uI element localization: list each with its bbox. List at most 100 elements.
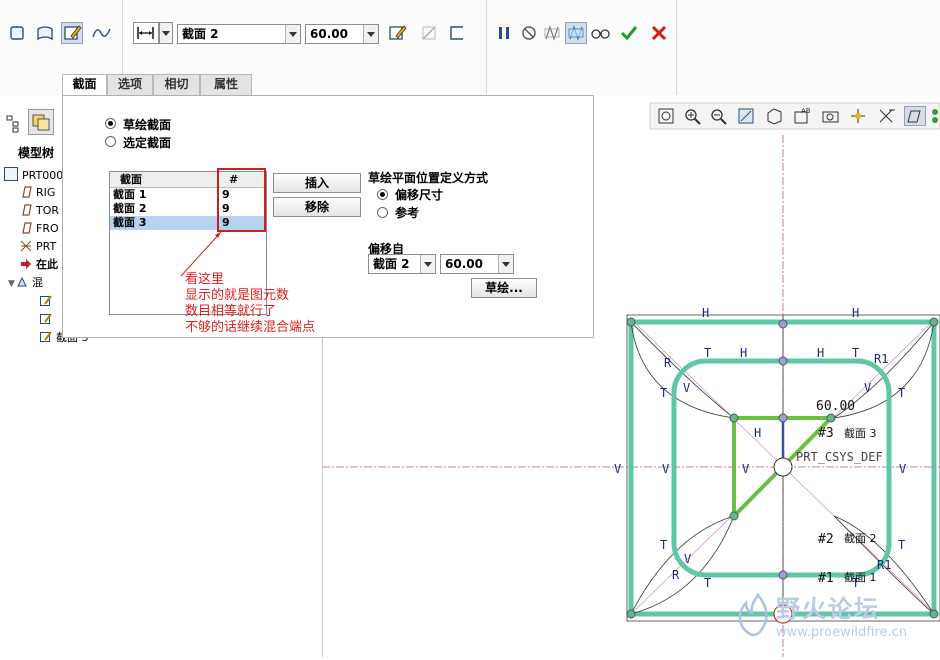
zoom-out-icon[interactable] bbox=[708, 106, 730, 126]
sketch-icon bbox=[40, 331, 52, 343]
remove-button[interactable]: 移除 bbox=[273, 197, 361, 217]
csys-label: PRT_CSYS_DEF bbox=[796, 450, 883, 464]
blend-feature-icon bbox=[16, 276, 28, 288]
selected-section-label: 选定截面 bbox=[123, 136, 172, 150]
section-select[interactable]: 截面 2 bbox=[177, 24, 301, 44]
constraint-h: H bbox=[740, 346, 747, 360]
datum-axes-icon[interactable] bbox=[876, 106, 898, 126]
section-select-value: 截面 2 bbox=[182, 27, 219, 41]
row-section-name: 截面 3 bbox=[113, 216, 147, 229]
svg-text:AB: AB bbox=[801, 107, 811, 115]
offset-value-combo[interactable]: 60.00 bbox=[440, 254, 514, 274]
orient-icon[interactable] bbox=[764, 106, 786, 126]
csys-icon bbox=[20, 240, 32, 252]
tree-item-blend[interactable]: ▼ 混 bbox=[8, 275, 43, 291]
constraint-h: H bbox=[754, 426, 761, 440]
sketch-button-label: 草绘... bbox=[485, 281, 523, 295]
no-preview-icon[interactable] bbox=[518, 22, 540, 44]
verify-mode-icon[interactable] bbox=[565, 22, 587, 44]
offset-dimension-radio[interactable] bbox=[377, 189, 388, 200]
surface-icon[interactable] bbox=[34, 22, 56, 44]
tab-label: 相切 bbox=[164, 77, 189, 91]
tree-item-label: RIG bbox=[36, 186, 56, 199]
constraint-r1: R1 bbox=[877, 558, 891, 572]
sketch-button[interactable]: 草绘... bbox=[471, 278, 537, 298]
dimension-value: 60.00 bbox=[816, 399, 855, 414]
tree-icon[interactable] bbox=[4, 112, 22, 134]
thicken-icon[interactable] bbox=[418, 22, 440, 44]
chevron-down-icon[interactable] bbox=[498, 255, 513, 273]
tree-item-right-plane[interactable]: RIG bbox=[20, 185, 55, 201]
tree-item-csys[interactable]: PRT bbox=[20, 239, 56, 255]
sketch-edit-icon[interactable] bbox=[386, 22, 408, 44]
tab-sections[interactable]: 截面 bbox=[62, 74, 107, 96]
solid-icon[interactable] bbox=[6, 22, 28, 44]
depth-type-dropdown[interactable] bbox=[159, 22, 173, 44]
start-marker-3: #3 bbox=[818, 426, 834, 441]
tree-item-top-plane[interactable]: TOR bbox=[20, 203, 59, 219]
highlight-box bbox=[217, 168, 266, 232]
constraint-r: R bbox=[672, 568, 680, 582]
sketched-section-radio[interactable] bbox=[105, 118, 116, 129]
tab-label: 属性 bbox=[213, 77, 238, 91]
pause-icon[interactable] bbox=[493, 22, 515, 44]
datum-planes-icon[interactable] bbox=[904, 106, 926, 126]
reference-radio[interactable] bbox=[377, 207, 388, 218]
tree-item-section-2[interactable] bbox=[40, 312, 56, 328]
saved-views-icon[interactable]: AB bbox=[792, 106, 814, 126]
offset-value: 60.00 bbox=[445, 257, 483, 271]
section1-label: 截面 1 bbox=[844, 570, 877, 584]
reference-label: 参考 bbox=[395, 206, 420, 220]
layers-icon[interactable] bbox=[28, 109, 54, 135]
depth-value-combo[interactable]: 60.00 bbox=[305, 24, 379, 44]
offset-section-select[interactable]: 截面 2 bbox=[368, 254, 436, 274]
constraint-t: T bbox=[898, 386, 905, 400]
checkmark-icon[interactable] bbox=[618, 22, 640, 44]
curve-icon[interactable] bbox=[90, 22, 112, 44]
refit-icon[interactable] bbox=[656, 106, 678, 126]
spin-center-icon[interactable] bbox=[848, 106, 870, 126]
tree-item-front-plane[interactable]: FRO bbox=[20, 221, 59, 237]
tab-properties[interactable]: 属性 bbox=[200, 74, 252, 95]
constraint-t: T bbox=[704, 576, 711, 590]
preview-geometry-icon[interactable] bbox=[541, 22, 563, 44]
repaint-icon[interactable] bbox=[736, 106, 758, 126]
tab-tangency[interactable]: 相切 bbox=[153, 74, 200, 95]
tree-item-label: PRT000 bbox=[22, 169, 64, 182]
selected-section-radio[interactable] bbox=[105, 136, 116, 147]
sketch-icon bbox=[40, 295, 52, 307]
tree-item-part[interactable]: PRT000 bbox=[4, 167, 63, 183]
chevron-down-icon[interactable] bbox=[363, 25, 378, 43]
zoom-in-icon[interactable] bbox=[682, 106, 704, 126]
tree-item-label: PRT bbox=[36, 240, 57, 253]
chevron-down-icon[interactable] bbox=[285, 25, 300, 43]
tab-label: 截面 bbox=[72, 77, 97, 91]
more-tools-icon[interactable] bbox=[930, 106, 940, 126]
constraint-t: T bbox=[898, 538, 905, 552]
collapse-icon: ▼ bbox=[8, 279, 15, 289]
tree-item-section-1[interactable] bbox=[40, 294, 56, 310]
tree-item-insert-here[interactable]: 在此 bbox=[20, 257, 58, 273]
tree-item-label: 在此 bbox=[36, 258, 58, 271]
glasses-icon[interactable] bbox=[589, 22, 611, 44]
camera-icon[interactable] bbox=[820, 106, 842, 126]
remove-material-icon[interactable] bbox=[446, 22, 468, 44]
annotation-line: 数目相等就行了 bbox=[185, 304, 277, 319]
depth-type-icon[interactable] bbox=[133, 22, 159, 44]
close-icon[interactable] bbox=[648, 22, 670, 44]
constraint-v: V bbox=[684, 552, 691, 566]
chevron-down-icon[interactable] bbox=[420, 255, 435, 273]
model-tree-title: 模型树 bbox=[18, 146, 55, 160]
row-section-name: 截面 1 bbox=[113, 188, 147, 201]
tree-item-label: 混 bbox=[32, 276, 43, 289]
insert-button[interactable]: 插入 bbox=[273, 173, 361, 193]
start-marker-1: #1 bbox=[818, 571, 834, 586]
sections-panel: 草绘截面 选定截面 截面 # 截面 1 9 截面 2 9 截面 3 9 插入 移… bbox=[62, 95, 594, 338]
tab-options[interactable]: 选项 bbox=[107, 74, 153, 95]
sketch-section-icon[interactable] bbox=[61, 22, 83, 44]
constraint-v: V bbox=[662, 462, 669, 476]
watermark: 野火论坛 www.proewildfire.cn bbox=[732, 589, 940, 651]
view-toolbar-buttons: AB bbox=[652, 104, 940, 128]
datum-plane-icon bbox=[20, 204, 32, 216]
arrow-right-icon bbox=[20, 258, 32, 270]
